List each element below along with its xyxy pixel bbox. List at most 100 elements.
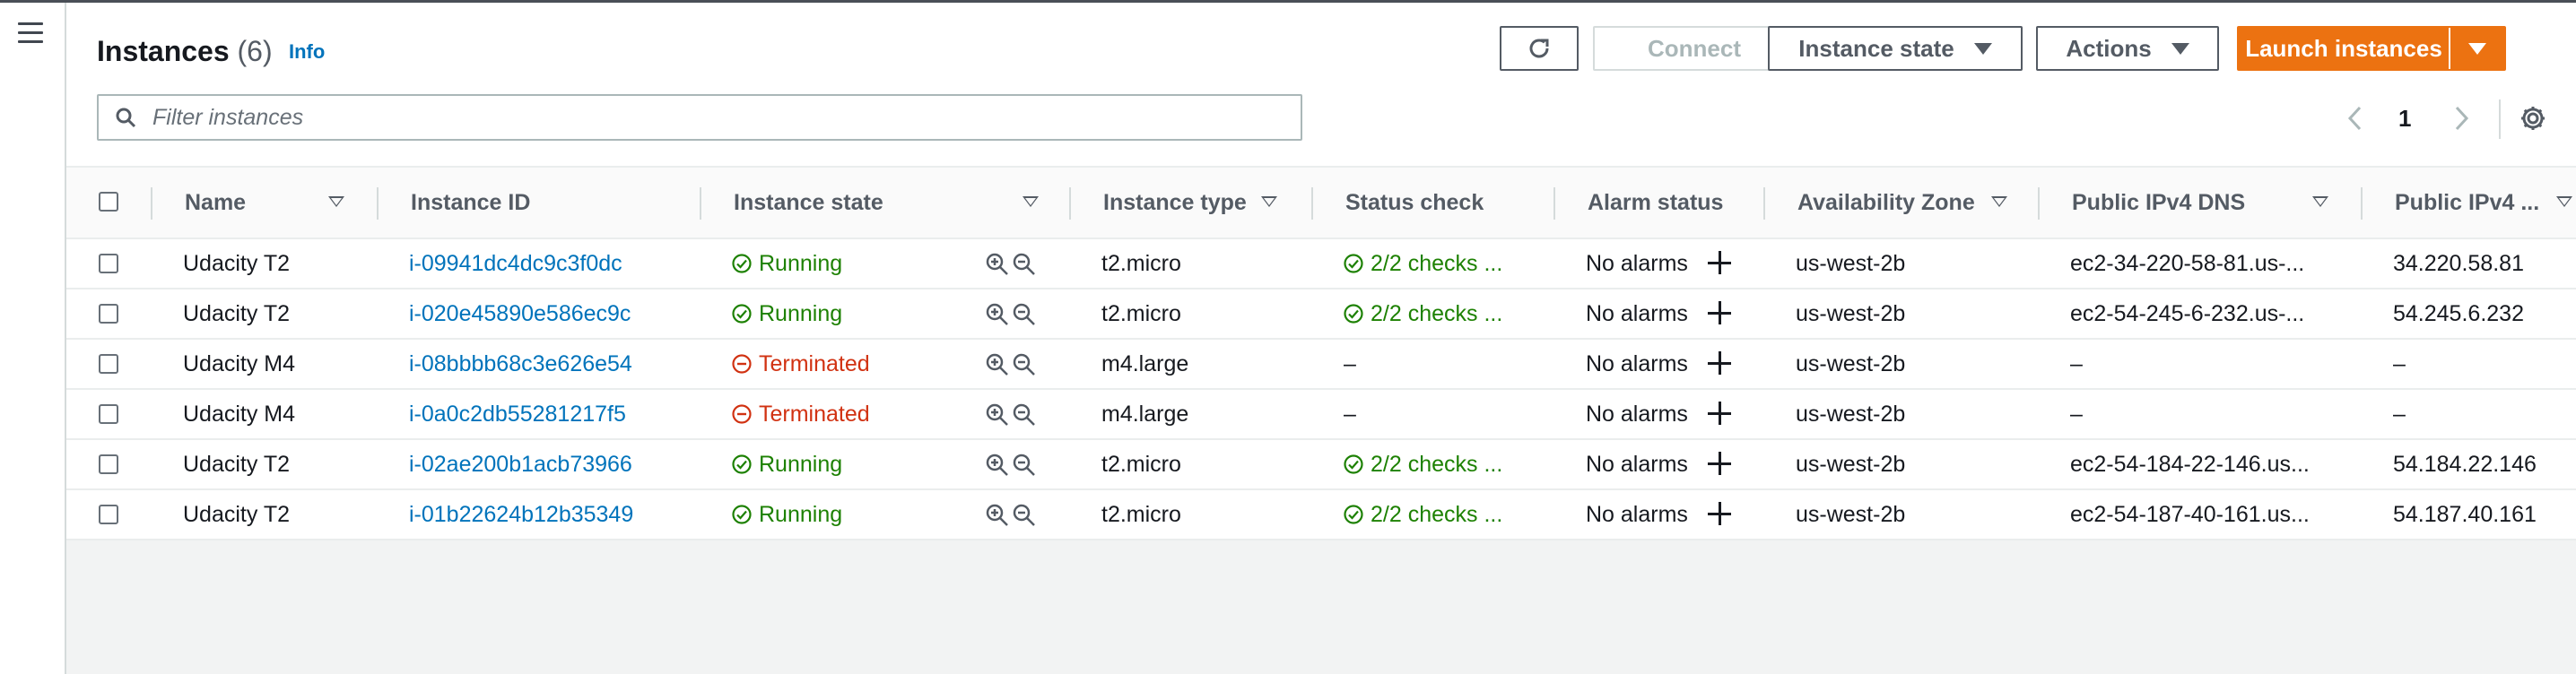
instance-name: Udacity T2 bbox=[183, 451, 291, 477]
status-check-cell[interactable]: – bbox=[1344, 340, 1559, 388]
instances-header: Instances (6) Info Connect Instance stat… bbox=[66, 3, 2576, 166]
instance-state-dropdown[interactable]: Instance state bbox=[1768, 26, 2023, 71]
column-header-status-check[interactable]: Status check bbox=[1345, 168, 1484, 238]
sort-icon[interactable] bbox=[1023, 196, 1039, 207]
table-row[interactable]: Udacity T2 i-09941dc4dc9c3f0dc Running t… bbox=[66, 239, 2576, 289]
instance-id-link[interactable]: i-020e45890e586ec9c bbox=[409, 289, 696, 338]
availability-zone: us-west-2b bbox=[1796, 401, 1906, 427]
state-text: Running bbox=[759, 300, 843, 326]
column-separator bbox=[2038, 187, 2040, 220]
status-check-cell[interactable]: 2/2 checks ... bbox=[1344, 490, 1559, 539]
zoom-controls bbox=[985, 252, 1037, 277]
refresh-button[interactable] bbox=[1500, 26, 1579, 71]
instance-type: t2.micro bbox=[1101, 501, 1181, 527]
column-header-public-ipv4-address[interactable]: Public IPv4 ... bbox=[2395, 168, 2539, 238]
zoom-out-icon[interactable] bbox=[1012, 453, 1037, 478]
table-row[interactable]: Udacity M4 i-0a0c2db55281217f5 Terminate… bbox=[66, 390, 2576, 440]
row-checkbox[interactable] bbox=[99, 404, 118, 424]
add-alarm-icon[interactable] bbox=[1708, 402, 1731, 425]
previous-page-button[interactable] bbox=[2345, 96, 2366, 141]
row-checkbox[interactable] bbox=[99, 354, 118, 374]
zoom-out-icon[interactable] bbox=[1012, 302, 1037, 327]
zoom-in-icon[interactable] bbox=[985, 302, 1010, 327]
column-header-instance-type[interactable]: Instance type bbox=[1103, 168, 1247, 238]
row-checkbox[interactable] bbox=[99, 505, 118, 524]
zoom-out-icon[interactable] bbox=[1012, 402, 1037, 428]
caret-down-icon bbox=[2171, 42, 2189, 55]
select-all-checkbox[interactable] bbox=[99, 192, 118, 212]
column-header-availability-zone[interactable]: Availability Zone bbox=[1797, 168, 1975, 238]
add-alarm-icon[interactable] bbox=[1708, 452, 1731, 475]
column-header-instance-state[interactable]: Instance state bbox=[734, 168, 883, 238]
table-row[interactable]: Udacity T2 i-01b22624b12b35349 Running t… bbox=[66, 490, 2576, 540]
next-page-button[interactable] bbox=[2450, 96, 2472, 141]
instance-state-cell: Running bbox=[732, 289, 947, 338]
current-page-number[interactable]: 1 bbox=[2398, 96, 2411, 141]
column-header-alarm-status[interactable]: Alarm status bbox=[1588, 168, 1723, 238]
success-icon bbox=[1344, 254, 1363, 273]
status-check-cell[interactable]: – bbox=[1344, 390, 1559, 438]
state-text: Running bbox=[759, 451, 843, 477]
status-check-status: – bbox=[1344, 351, 1356, 377]
zoom-in-icon[interactable] bbox=[985, 402, 1010, 428]
table-row[interactable]: Udacity M4 i-08bbbb68c3e626e54 Terminate… bbox=[66, 340, 2576, 390]
zoom-out-icon[interactable] bbox=[1012, 252, 1037, 277]
sort-icon[interactable] bbox=[1261, 196, 1277, 207]
sort-icon[interactable] bbox=[328, 196, 344, 207]
add-alarm-icon[interactable] bbox=[1708, 251, 1731, 274]
availability-zone: us-west-2b bbox=[1796, 451, 1906, 477]
actions-dropdown[interactable]: Actions bbox=[2036, 26, 2219, 71]
state-text: Terminated bbox=[759, 350, 870, 376]
left-navigation-rail bbox=[0, 3, 66, 674]
info-link[interactable]: Info bbox=[289, 40, 325, 64]
instance-id-link[interactable]: i-01b22624b12b35349 bbox=[409, 490, 696, 539]
success-icon bbox=[1344, 454, 1363, 474]
instance-id-link[interactable]: i-09941dc4dc9c3f0dc bbox=[409, 239, 696, 288]
launch-instances-button[interactable]: Launch instances bbox=[2239, 28, 2450, 69]
title-text: Instances bbox=[97, 35, 230, 67]
add-alarm-icon[interactable] bbox=[1708, 502, 1731, 525]
zoom-in-icon[interactable] bbox=[985, 252, 1010, 277]
instance-id-link[interactable]: i-0a0c2db55281217f5 bbox=[409, 390, 696, 438]
zoom-in-icon[interactable] bbox=[985, 453, 1010, 478]
status-check-cell[interactable]: 2/2 checks ... bbox=[1344, 239, 1559, 288]
sort-icon[interactable] bbox=[1991, 196, 2007, 207]
column-header-public-ipv4-dns[interactable]: Public IPv4 DNS bbox=[2072, 168, 2245, 238]
launch-options-dropdown[interactable] bbox=[2450, 28, 2504, 69]
row-checkbox[interactable] bbox=[99, 254, 118, 273]
caret-down-icon bbox=[1973, 42, 1992, 55]
add-alarm-icon[interactable] bbox=[1708, 301, 1731, 324]
column-header-name[interactable]: Name bbox=[185, 168, 246, 238]
add-alarm-icon[interactable] bbox=[1708, 351, 1731, 375]
public-ipv4-address: – bbox=[2393, 401, 2406, 427]
sort-icon[interactable] bbox=[2556, 196, 2572, 207]
instance-id-link[interactable]: i-02ae200b1acb73966 bbox=[409, 440, 696, 488]
table-row[interactable]: Udacity T2 i-020e45890e586ec9c Running t… bbox=[66, 289, 2576, 340]
zoom-in-icon[interactable] bbox=[985, 352, 1010, 377]
public-ipv4-dns: ec2-54-184-22-146.us... bbox=[2070, 451, 2310, 477]
status-check-cell[interactable]: 2/2 checks ... bbox=[1344, 289, 1559, 338]
status-check-text: 2/2 checks ... bbox=[1371, 300, 1503, 326]
search-icon bbox=[116, 108, 136, 128]
instance-state-cell: Running bbox=[732, 490, 947, 539]
table-row[interactable]: Udacity T2 i-02ae200b1acb73966 Running t… bbox=[66, 440, 2576, 490]
public-ipv4-dns: – bbox=[2070, 350, 2083, 376]
instance-state-status: Running bbox=[732, 502, 842, 528]
table-preferences-button[interactable] bbox=[2519, 96, 2547, 141]
instance-state-cell: Running bbox=[732, 239, 947, 288]
row-checkbox[interactable] bbox=[99, 304, 118, 324]
filter-instances-search[interactable]: Filter instances bbox=[97, 94, 1302, 141]
zoom-out-icon[interactable] bbox=[1012, 503, 1037, 528]
status-check-cell[interactable]: 2/2 checks ... bbox=[1344, 440, 1559, 488]
zoom-out-icon[interactable] bbox=[1012, 352, 1037, 377]
sort-icon[interactable] bbox=[2312, 196, 2328, 207]
hamburger-menu-icon[interactable] bbox=[18, 22, 43, 44]
row-checkbox[interactable] bbox=[99, 454, 118, 474]
table-header: Name Instance ID Instance state Instance… bbox=[66, 166, 2576, 239]
instance-type: m4.large bbox=[1101, 350, 1189, 376]
column-header-instance-id[interactable]: Instance ID bbox=[411, 168, 530, 238]
zoom-in-icon[interactable] bbox=[985, 503, 1010, 528]
connect-button[interactable]: Connect bbox=[1593, 26, 1796, 71]
status-check-status: 2/2 checks ... bbox=[1344, 301, 1502, 327]
instance-id-link[interactable]: i-08bbbb68c3e626e54 bbox=[409, 340, 696, 388]
